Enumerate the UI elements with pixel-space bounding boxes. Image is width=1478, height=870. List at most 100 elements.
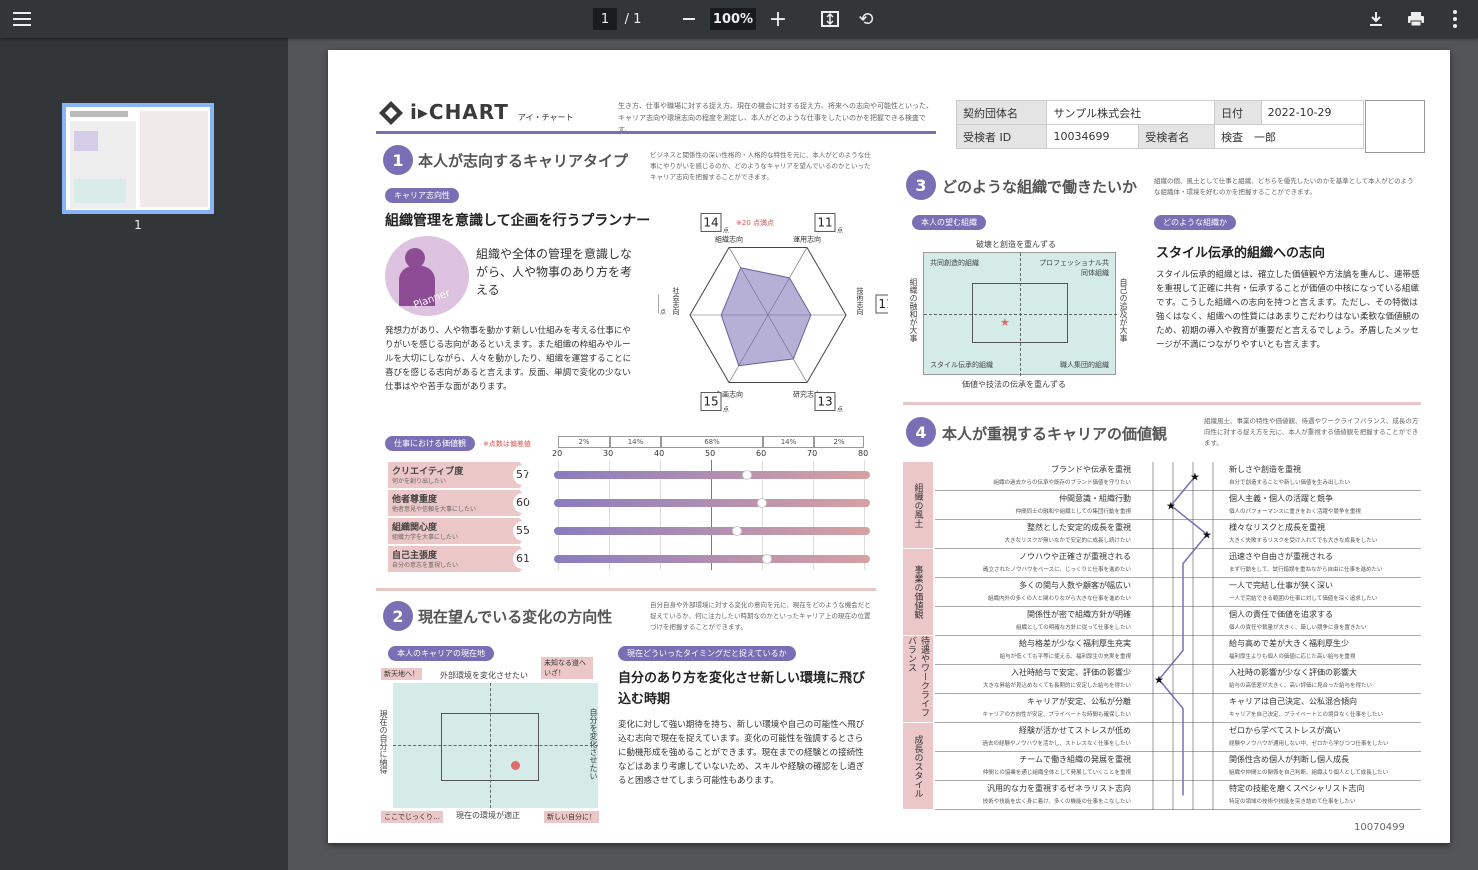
right-value: 関係性含め個人が判断し個人成長 (1229, 755, 1349, 764)
radar-unit: 点 (723, 226, 729, 234)
value-marker (757, 498, 767, 508)
radar-unit: 点 (723, 406, 729, 414)
rotate-icon[interactable]: ⟲ (856, 8, 876, 30)
print-icon[interactable] (1405, 8, 1427, 30)
zoom-input[interactable]: 100% (710, 8, 756, 30)
footer-code: 10070499 (1354, 822, 1405, 833)
left-value: 多くの関与人数や顧客が幅広い (1019, 581, 1131, 590)
percentile-cell: 14% (763, 436, 814, 448)
value-sub: 何かを創り出したい (392, 478, 447, 485)
left-value: 入社時給与で安定、評価の影響少 (1011, 668, 1131, 677)
percentile-cell: 2% (814, 436, 864, 448)
id-label: 受検者 ID (955, 124, 1048, 149)
radar-label: 組織志向 (715, 234, 743, 243)
current-position-marker (511, 761, 520, 770)
right-value-desc: 給与の高低差が大きく、高い評価に見合った給与を得たい (1229, 683, 1373, 689)
corner-label-2: 未知なる道へいざ！ (541, 657, 593, 679)
org-label: 契約団体名 (955, 100, 1048, 125)
right-value-desc: キャリアを自己決定、プライベートとの境目なく仕事をしたい (1229, 712, 1383, 718)
value-bar (554, 471, 870, 479)
value-bar (554, 527, 870, 535)
org-matrix: ★ 共同創造的組織 プロフェッショナル共同体組織 スタイル伝承的組織 職人集団的… (923, 252, 1117, 376)
right-value: キャリアは自己決定、公私混合傾向 (1229, 697, 1357, 706)
radar-label: 社会志向 (672, 286, 680, 315)
thumbnail-page-label: 1 (134, 218, 142, 232)
left-value: キャリアが安定、公私が分離 (1027, 697, 1131, 706)
planner-illustration: Planner (385, 236, 469, 316)
left-value-desc: 組織としての明確な方針に従って仕事をしたい (1015, 625, 1131, 631)
radar-unit: 点 (837, 406, 843, 414)
value-row: 自己主張度 自分の意志を重視したい 61 (388, 546, 531, 572)
s3-left-label: 組織の融和が大事 (909, 278, 918, 342)
corner-label-4: 新しい自分に！ (544, 811, 599, 823)
axis-tick: 60 (756, 449, 767, 458)
corner-label-3: ここでじっくり… (381, 811, 443, 823)
quadrant-4: 職人集団的組織 (1060, 361, 1109, 369)
left-value-desc: 過去の経験やノウハウを活かし、ストレスなく仕事をしたい (982, 741, 1131, 747)
more-options-icon[interactable] (1445, 8, 1465, 30)
section2-title: 現在望んでいる変化の方向性 (418, 608, 613, 626)
radar-chart: 組織志向14点運用志向11点技術志向11点研究志向13点企画志向15点社会志向1… (658, 212, 888, 414)
left-value: 経験が活かせてストレスが低め (1019, 726, 1131, 735)
right-value: 個人主義・個人の活躍と競争 (1229, 494, 1333, 503)
right-value: 迅速さや自由さが重視される (1229, 552, 1333, 561)
left-value-desc: キャリアの方向性が安定、プライベートな時間も確保したい (982, 712, 1131, 718)
org-type-pill: どのような組織か (1154, 215, 1236, 230)
logo-kana: アイ・チャート (518, 113, 574, 122)
s2-left-label: 現在の自分に納得 (379, 710, 388, 774)
org-type-body: スタイル伝承的組織とは、確立した価値観や方法論を重んじ、連帯感を重視して正確に共… (1156, 270, 1420, 350)
value-bar (554, 555, 870, 563)
page-thumbnail[interactable] (62, 103, 214, 214)
value-score: 57 (513, 465, 531, 485)
radar-label: 技術志向 (856, 286, 864, 315)
section4-desc: 組織風土、事業の特性や価値観、待遇やワークライフバランス、成長の方向性に対する捉… (1204, 417, 1419, 447)
value-sub: 組織力学を大事にしたい (392, 534, 459, 541)
radar-label: 運用志向 (793, 234, 821, 243)
right-value-desc: 組織や仲間との関係を自己判断、組織より個人として成長したい (1229, 770, 1389, 776)
fit-page-icon[interactable] (820, 8, 840, 30)
left-value: 整然とした安定的成長を重視 (1027, 523, 1131, 532)
percentile-cell: 68% (661, 436, 763, 448)
menu-icon[interactable] (10, 8, 34, 30)
radar-unit: 点 (660, 308, 666, 316)
section1-desc: ビジネスと関係性の深い性格的・人格的な特性を元に、本人がどのような仕事にやりがい… (650, 151, 871, 181)
left-value-desc: 組織内外の多くの人と関わりながら大きな仕事を進めたい (987, 596, 1131, 602)
section3-title: どのような組織で働きたいか (942, 178, 1138, 196)
zoom-out-icon[interactable] (680, 8, 698, 30)
download-icon[interactable] (1366, 8, 1386, 30)
meta-table: 契約団体名 サンプル株式会社 日付 2022-10-29 受検者 ID 10034699… (955, 100, 1365, 149)
left-value-desc: 大きな昇給が見込めなくても長期的に安定した給与を得たい (982, 683, 1131, 689)
career-type-headline: 組織管理を意識して企画を行うプランナー (385, 213, 651, 229)
right-value: 一人で完結し仕事が狭く深い (1229, 581, 1333, 590)
axis-tick: 70 (807, 449, 818, 458)
page-number-input[interactable]: 1 (593, 8, 617, 30)
percentile-cell: 2% (558, 436, 610, 448)
timing-headline: 自分のあり方を変化させ新しい環境に飛び込む時期 (618, 671, 866, 707)
left-value-desc: 大きなリスクが無いなかで安定的に成長し続けたい (1004, 538, 1131, 544)
pdf-toolbar: 1 / 1 100% + ⟲ (0, 0, 1478, 38)
quadrant-1: 共同創造的組織 (930, 259, 979, 267)
right-value: 様々なリスクと成長を重視 (1229, 523, 1325, 532)
right-value-desc: 福利厚生よりも個人の価値に応じた高い給与を重視 (1229, 654, 1356, 660)
change-matrix (393, 683, 598, 808)
value-sub: 自分の意志を重視したい (392, 562, 459, 569)
radar-area (720, 267, 812, 367)
left-value-desc: 給与が低くても平等に使える、福利厚生の充実を重視 (999, 654, 1131, 660)
radar-score: 15 (703, 395, 718, 409)
left-value-desc: 仲間との協業を通じ組織全体として発展していくことを重視 (982, 770, 1131, 776)
id-value: 10034699 (1046, 124, 1140, 149)
zoom-in-icon[interactable]: + (769, 7, 787, 32)
radar-score: 13 (817, 395, 832, 409)
thumbnail-sidebar: 1 (0, 38, 288, 870)
right-value: 特定の技能を磨くスペシャリスト志向 (1229, 784, 1365, 793)
value-score: 61 (513, 549, 531, 569)
radar-score: 14 (703, 215, 718, 229)
section3-number: 3 (906, 170, 936, 200)
s3-right-label: 自己の追及が大事 (1119, 278, 1128, 342)
desired-org-pill: 本人の望む組織 (912, 215, 986, 230)
org-type-headline: スタイル伝承的組織への志向 (1156, 246, 1326, 261)
value-bar (554, 499, 870, 507)
left-value: チームで働き組織の発展を重視 (1019, 755, 1131, 764)
right-value-desc: 自分で創造することや新しい価値を生み出したい (1229, 480, 1351, 486)
value-sub: 他者意見や信頼を大事にしたい (392, 506, 477, 513)
